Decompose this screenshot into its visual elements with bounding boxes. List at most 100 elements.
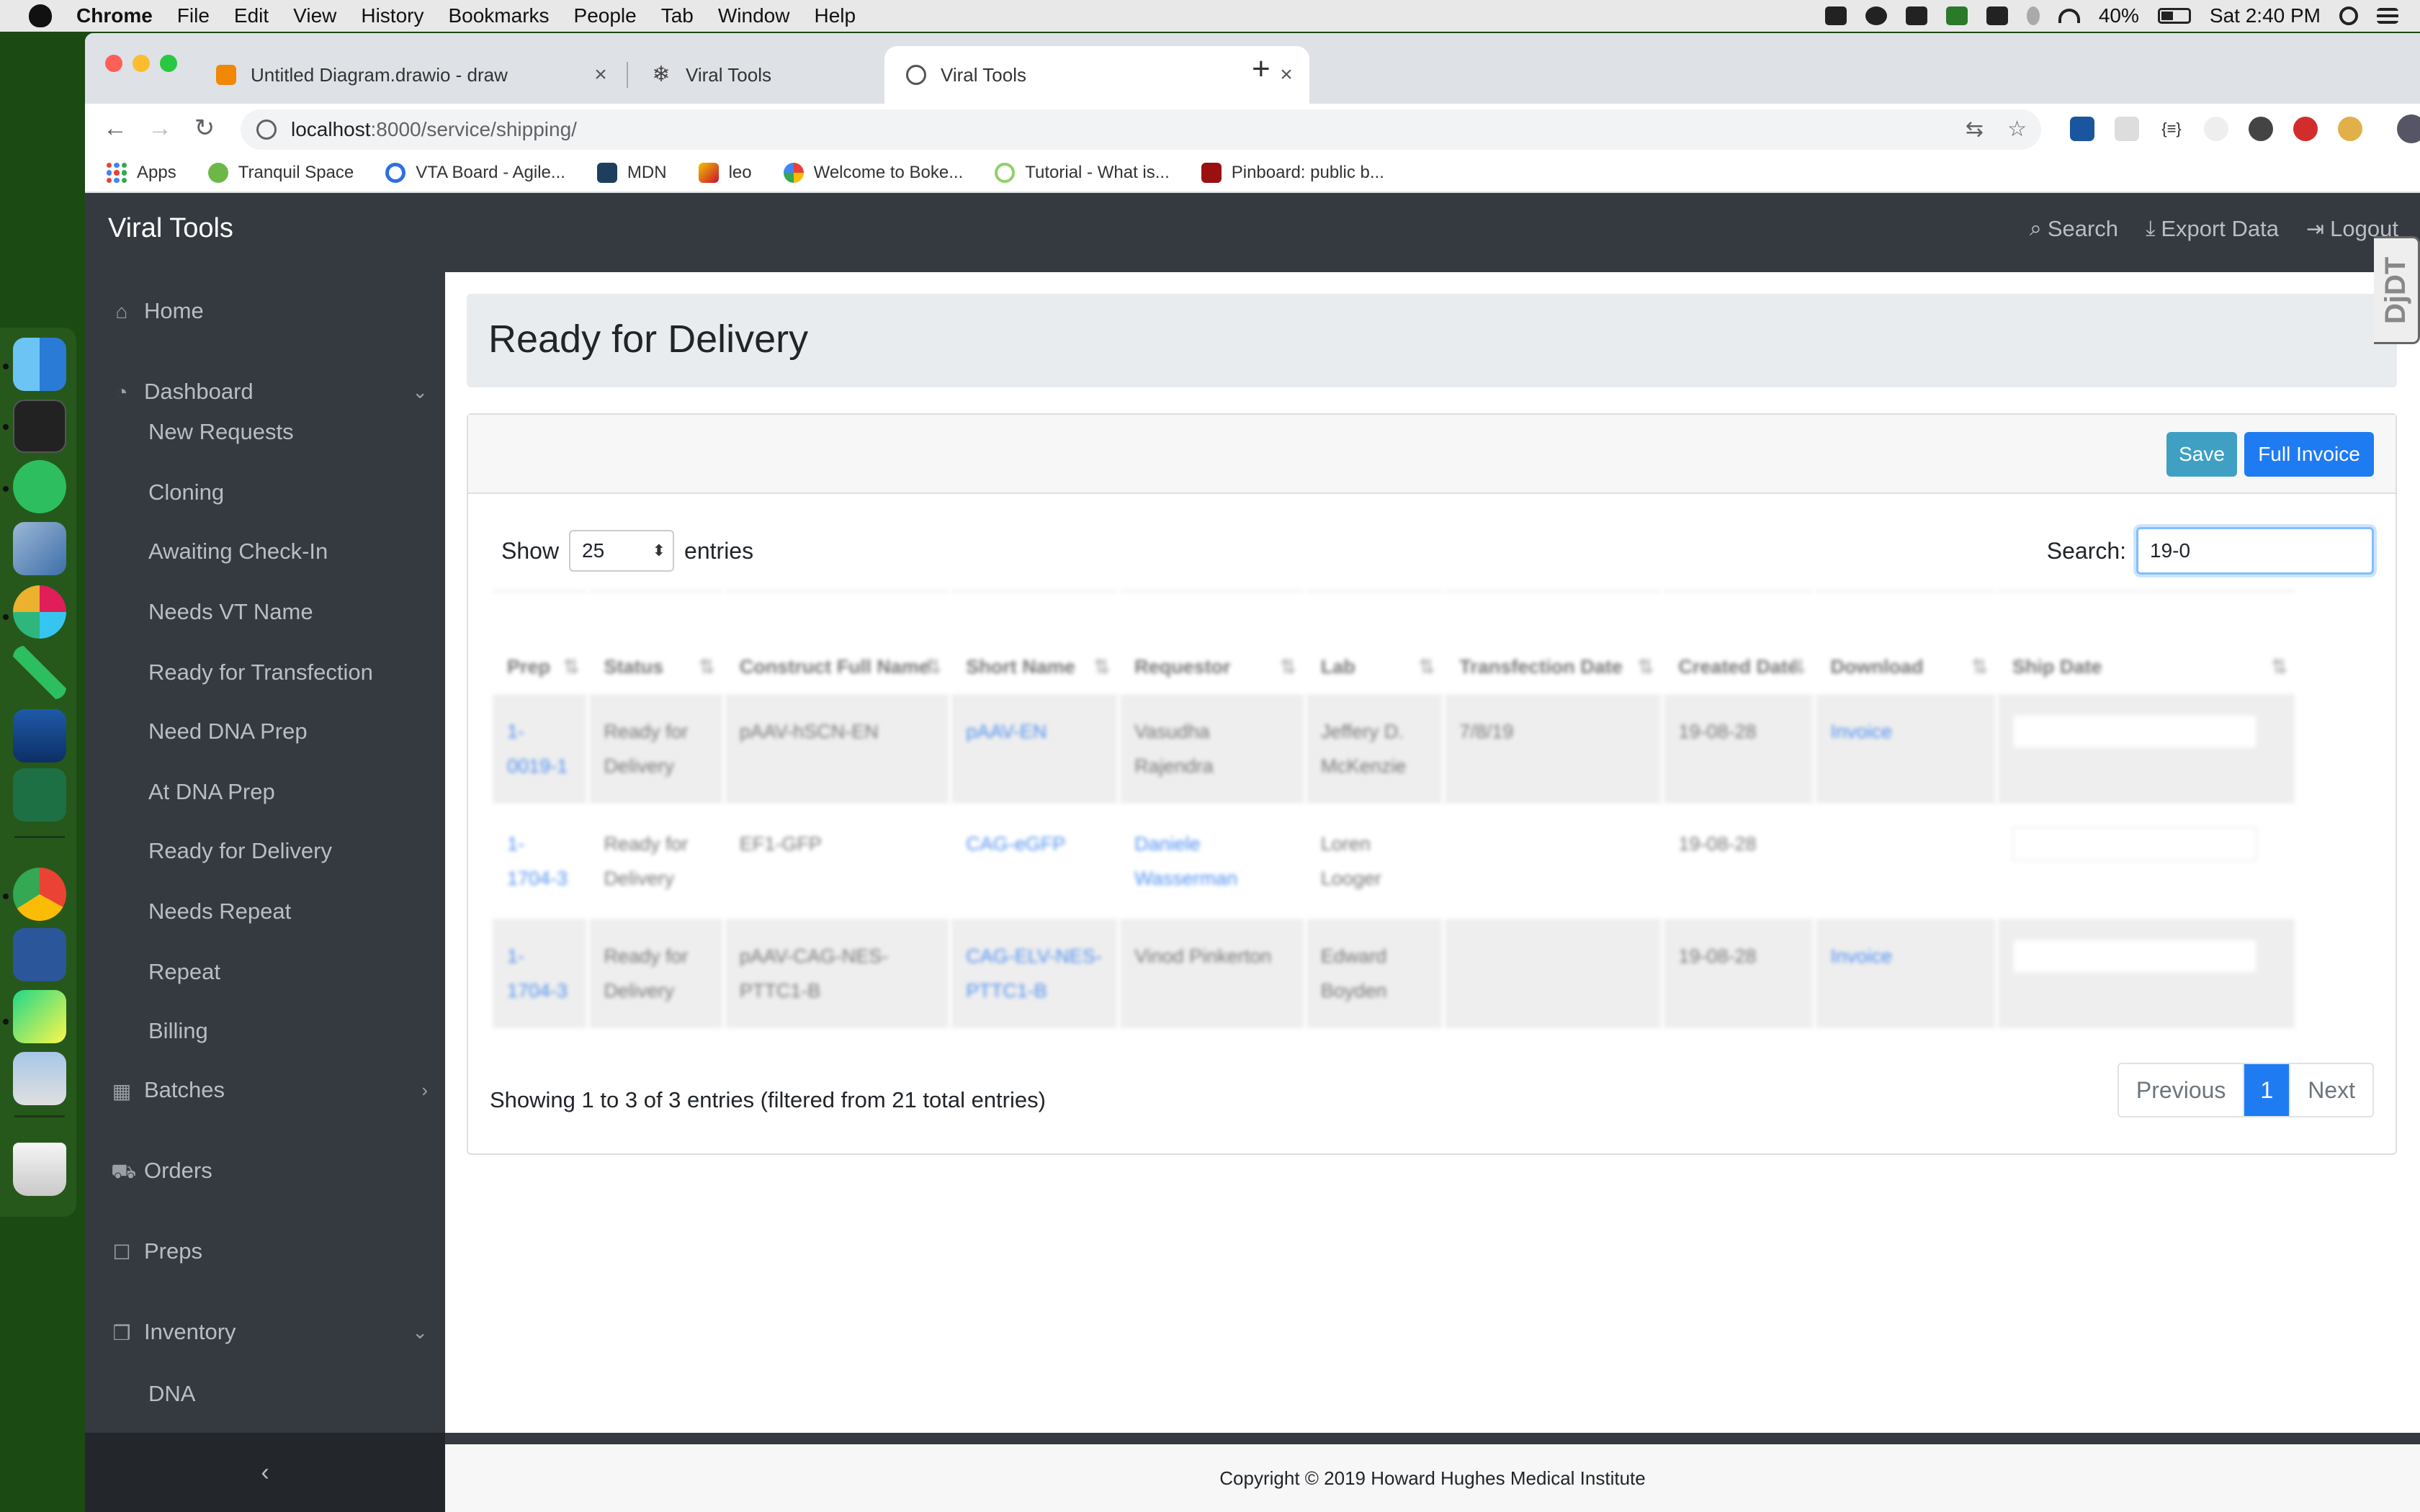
sidebar-item-awaiting-check-in[interactable]: Awaiting Check-In xyxy=(148,539,328,564)
column-header-transfection-date[interactable]: Transfection Date ⇅ xyxy=(1445,590,1662,691)
cell-requestor-link[interactable]: Daniele Wasserman xyxy=(1120,806,1304,916)
cell-download-link[interactable]: Invoice xyxy=(1816,694,1995,804)
full-invoice-button[interactable]: Full Invoice xyxy=(2244,432,2374,477)
menu-help[interactable]: Help xyxy=(814,4,856,27)
trash-icon[interactable] xyxy=(13,1143,66,1196)
menu-app-name[interactable]: Chrome xyxy=(76,4,153,27)
sidebar-item-needs-vt-name[interactable]: Needs VT Name xyxy=(148,599,313,625)
sourcetree-icon[interactable] xyxy=(13,646,66,699)
profile-avatar[interactable] xyxy=(2397,114,2420,143)
clock[interactable]: Sat 2:40 PM xyxy=(2210,4,2321,27)
column-header-created-date[interactable]: Created Date ⇅ xyxy=(1664,590,1814,691)
bookmark-vta-board[interactable]: VTA Board - Agile... xyxy=(385,163,565,183)
sidebar-item-billing[interactable]: Billing xyxy=(148,1018,208,1044)
sidebar-item-dashboard[interactable]: ◔ Dashboard ⌄ xyxy=(111,379,428,405)
slack-icon[interactable] xyxy=(13,585,66,639)
notebook-icon[interactable] xyxy=(13,709,66,762)
forward-icon[interactable]: → xyxy=(145,114,174,143)
cell-short-name-link[interactable]: pAAV-EN xyxy=(951,694,1118,804)
sidebar-item-at-dna-prep[interactable]: At DNA Prep xyxy=(148,779,275,805)
column-header-short-name[interactable]: Short Name ⇅ xyxy=(951,590,1118,691)
sidebar-item-ready-for-transfection[interactable]: Ready for Transfection xyxy=(148,660,373,685)
excel-icon[interactable] xyxy=(13,768,66,822)
cell-short-name-link[interactable]: CAG-eGFP xyxy=(951,806,1118,916)
menu-file[interactable]: File xyxy=(177,4,210,27)
bookmark-mdn[interactable]: MDN xyxy=(596,163,667,183)
django-debug-toolbar-handle[interactable]: DjDT xyxy=(2374,236,2420,344)
brand-link[interactable]: Viral Tools xyxy=(108,213,233,244)
translate-icon[interactable]: ⇆ xyxy=(1966,117,1984,142)
close-tab-icon[interactable]: × xyxy=(1272,63,1301,87)
sidebar-item-orders[interactable]: ⛟ Orders xyxy=(111,1158,428,1184)
dropbox-icon[interactable] xyxy=(1824,6,1847,25)
sidebar-item-new-requests[interactable]: New Requests xyxy=(148,419,294,445)
bookmark-apps[interactable]: Apps xyxy=(107,163,176,183)
zoom-window-button[interactable] xyxy=(160,55,177,72)
sidebar-item-inventory[interactable]: ❒ Inventory ⌄ xyxy=(111,1319,428,1345)
sidebar-item-dna[interactable]: DNA xyxy=(148,1381,195,1407)
sidebar-item-preps[interactable]: ☐ Preps xyxy=(111,1238,428,1264)
menu-edit[interactable]: Edit xyxy=(234,4,269,27)
back-icon[interactable]: ← xyxy=(101,114,130,143)
sidebar-item-repeat[interactable]: Repeat xyxy=(148,959,220,985)
nav-export-link[interactable]: ⤓ Export Data xyxy=(2146,216,2279,242)
bluetooth-icon[interactable] xyxy=(2026,6,2040,25)
bookmark-tutorial[interactable]: Tutorial - What is... xyxy=(995,163,1170,183)
evernote-icon[interactable] xyxy=(13,460,66,513)
close-window-button[interactable] xyxy=(105,55,122,72)
sidebar-item-ready-for-delivery[interactable]: Ready for Delivery xyxy=(148,838,332,864)
menu-view[interactable]: View xyxy=(293,4,336,27)
ship-date-input[interactable] xyxy=(2012,827,2257,861)
menu-bookmarks[interactable]: Bookmarks xyxy=(448,4,549,27)
battery-icon[interactable] xyxy=(2157,8,2191,24)
spotlight-icon[interactable] xyxy=(2339,6,2358,25)
evernote-status-icon[interactable] xyxy=(1945,6,1968,25)
save-button[interactable]: Save xyxy=(2166,432,2237,477)
drive-icon[interactable] xyxy=(1905,6,1927,25)
ship-date-input[interactable] xyxy=(2012,939,2257,973)
menu-tab[interactable]: Tab xyxy=(661,4,694,27)
tab-drawio[interactable]: Untitled Diagram.drawio - draw × xyxy=(194,46,624,104)
wifi-icon[interactable] xyxy=(2058,9,2080,23)
apple-menu-icon[interactable] xyxy=(29,4,52,27)
bookmark-pinboard[interactable]: Pinboard: public b... xyxy=(1201,163,1384,183)
pagination-page-1[interactable]: 1 xyxy=(2243,1064,2290,1116)
search-input[interactable]: 19-0 xyxy=(2136,527,2374,575)
bookmark-leo[interactable]: leo xyxy=(698,163,752,183)
extension-face-icon[interactable] xyxy=(2204,117,2228,141)
menu-history[interactable]: History xyxy=(361,4,424,27)
column-header-ship-date[interactable]: Ship Date ⇅ xyxy=(1997,590,2295,691)
terminal-icon[interactable] xyxy=(13,400,66,453)
new-tab-button[interactable]: + xyxy=(1252,53,1270,85)
sidebar-item-batches[interactable]: ▦ Batches › xyxy=(111,1077,428,1103)
extension-circle-icon[interactable] xyxy=(2249,117,2273,141)
column-header-lab[interactable]: Lab ⇅ xyxy=(1306,590,1443,691)
bookmark-star-icon[interactable]: ☆ xyxy=(2007,117,2027,142)
docker-icon[interactable] xyxy=(1986,6,2008,25)
chrome-icon[interactable] xyxy=(13,868,66,921)
column-header-construct-full-name[interactable]: Construct Full Name ⇅ xyxy=(725,590,949,691)
sidebar-item-cloning[interactable]: Cloning xyxy=(148,480,224,505)
pagination-next[interactable]: Next xyxy=(2289,1064,2372,1116)
menu-window[interactable]: Window xyxy=(718,4,790,27)
cell-download-link[interactable]: Invoice xyxy=(1816,919,1995,1028)
notification-center-icon[interactable] xyxy=(2377,8,2398,24)
minimize-window-button[interactable] xyxy=(133,55,150,72)
cell-prep-link[interactable]: 1-1704-3 xyxy=(493,919,587,1028)
extension-cookie-icon[interactable] xyxy=(2338,117,2362,141)
extension-grid-icon[interactable] xyxy=(2115,117,2139,141)
close-tab-icon[interactable]: × xyxy=(586,63,615,87)
pycharm-icon[interactable] xyxy=(13,990,66,1043)
nav-search-link[interactable]: ⌕ Search xyxy=(2030,216,2118,242)
mail-icon[interactable] xyxy=(13,522,66,575)
address-bar[interactable]: localhost:8000/service/shipping/ ⇆ ☆ xyxy=(241,109,2041,150)
bookmark-bokeh[interactable]: Welcome to Boke... xyxy=(783,163,963,183)
column-header-requestor[interactable]: Requestor ⇅ xyxy=(1120,590,1304,691)
sidebar-item-needs-repeat[interactable]: Needs Repeat xyxy=(148,899,291,924)
site-info-icon[interactable] xyxy=(256,120,277,140)
status-app-icon[interactable] xyxy=(1865,6,1887,25)
column-header-prep[interactable]: Prep ⇅ xyxy=(493,590,587,691)
menu-people[interactable]: People xyxy=(574,4,637,27)
tab-viral-tools-active[interactable]: Viral Tools × xyxy=(884,46,1309,104)
cell-prep-link[interactable]: 1-0019-1 xyxy=(493,694,587,804)
